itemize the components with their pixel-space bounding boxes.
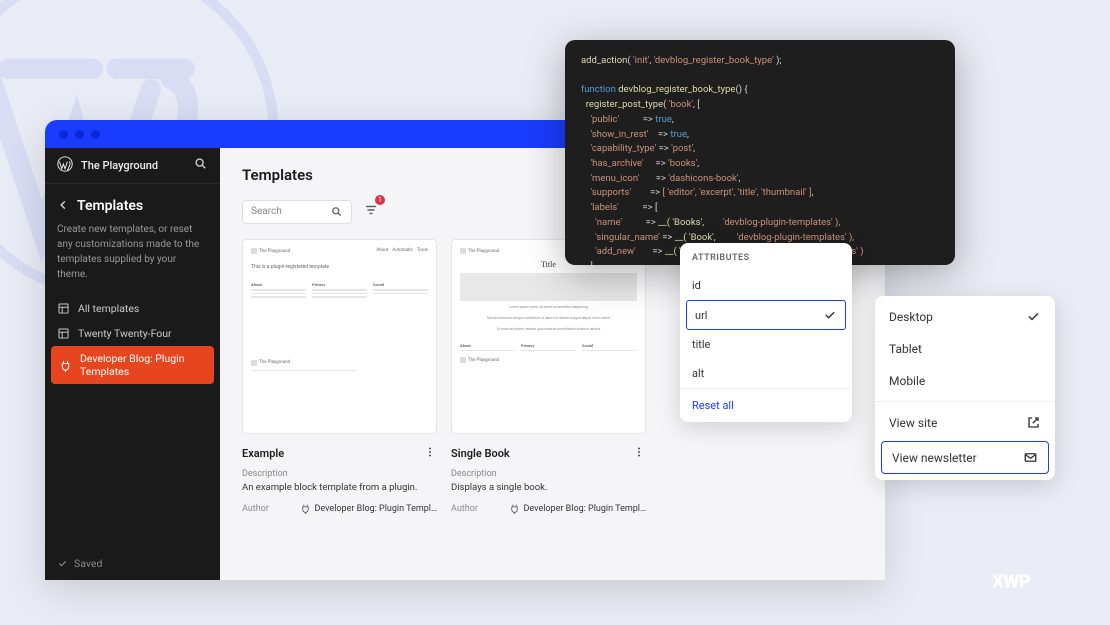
template-card[interactable]: The Playground Title Lorem ipsum dolor s… [451,239,646,514]
attribute-item-title[interactable]: title [680,330,852,359]
template-author: Developer Blog: Plugin Templ… [300,503,437,514]
author-label: Author [242,504,269,514]
sidebar-description: Create new templates, or reset any custo… [45,222,220,296]
attribute-item-alt[interactable]: alt [680,359,852,388]
attributes-header: Attributes [680,243,852,271]
filter-badge: 1 [375,195,385,205]
wordpress-icon [57,156,73,175]
sidebar-item-all-templates[interactable]: All templates [45,296,220,321]
sidebar-item-label: Developer Blog: Plugin Templates [80,352,206,378]
divider [875,401,1055,402]
window-dot[interactable] [91,130,100,139]
template-description: An example block template from a plugin. [242,482,437,493]
external-link-icon [1026,415,1041,430]
xwp-logo: XWP [992,566,1072,600]
attributes-popover: Attributes id url title alt Reset all [680,243,852,422]
window-dot[interactable] [75,130,84,139]
sidebar-item-label: Twenty Twenty-Four [78,327,172,340]
template-title: Single Book [451,447,510,460]
device-menu-popover: Desktop Tablet Mobile View site View new… [875,296,1055,480]
check-icon [823,308,837,322]
saved-status: Saved [45,547,220,580]
code-panel: add_action( 'init', 'devblog_register_bo… [565,40,955,265]
attribute-item-id[interactable]: id [680,271,852,300]
device-item-mobile[interactable]: Mobile [875,365,1055,397]
template-card[interactable]: The Playground AboutAutomaticTools This … [242,239,437,514]
more-icon[interactable] [423,444,437,463]
window-dot[interactable] [59,130,68,139]
view-site-item[interactable]: View site [875,406,1055,439]
template-description: Displays a single book. [451,482,646,493]
layout-icon [57,327,70,340]
sidebar-item-theme[interactable]: Twenty Twenty-Four [45,321,220,346]
sidebar: The Playground Templates Create new temp… [45,148,220,580]
description-label: Description [242,469,437,479]
search-icon [331,206,343,218]
reset-all-button[interactable]: Reset all [680,388,852,422]
view-newsletter-item[interactable]: View newsletter [881,441,1049,474]
author-label: Author [451,504,478,514]
template-title: Example [242,447,284,460]
device-item-desktop[interactable]: Desktop [875,300,1055,333]
more-icon[interactable] [632,444,646,463]
layout-icon [57,302,70,315]
mail-icon [1023,450,1038,465]
search-icon[interactable] [194,157,208,174]
sidebar-item-plugin-templates[interactable]: Developer Blog: Plugin Templates [51,346,214,384]
device-item-tablet[interactable]: Tablet [875,333,1055,365]
back-icon[interactable] [57,199,69,214]
template-preview: The Playground Title Lorem ipsum dolor s… [451,239,646,434]
filter-icon [364,203,378,217]
sidebar-header: The Playground [45,148,220,184]
description-label: Description [451,469,646,479]
search-placeholder: Search [251,206,282,217]
search-input[interactable]: Search [242,200,352,224]
template-preview: The Playground AboutAutomaticTools This … [242,239,437,434]
plugin-icon [59,359,72,372]
filter-button[interactable]: 1 [360,198,382,225]
template-author: Developer Blog: Plugin Templ… [509,503,646,514]
site-name: The Playground [81,159,186,172]
check-icon [1026,309,1041,324]
code-block: add_action( 'init', 'devblog_register_bo… [581,54,939,265]
sidebar-heading: Templates [77,198,143,214]
attribute-item-url[interactable]: url [686,300,846,330]
sidebar-item-label: All templates [78,302,139,315]
saved-label: Saved [74,557,102,570]
